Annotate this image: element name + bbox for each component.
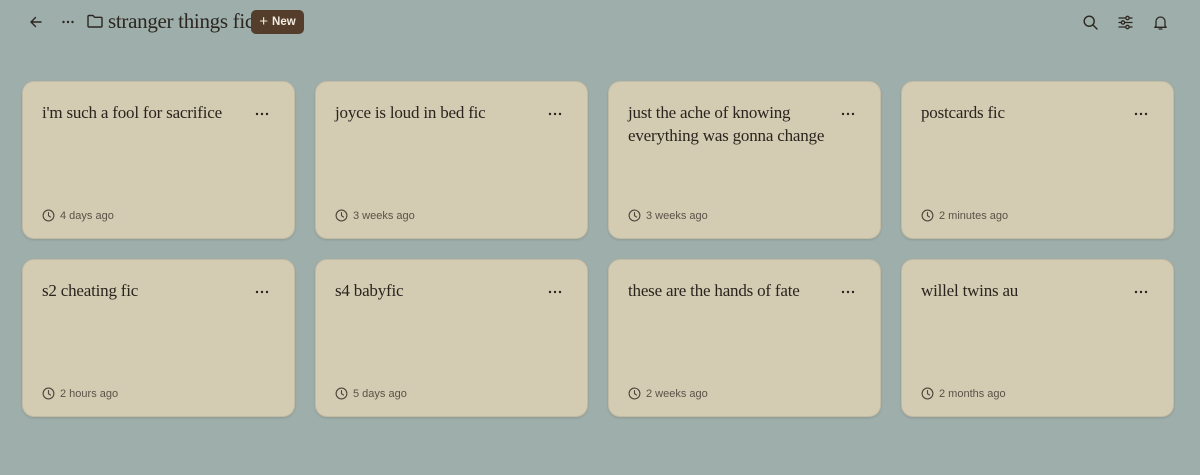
card-timestamp: 3 weeks ago xyxy=(335,209,415,222)
card-more-button[interactable] xyxy=(836,282,860,302)
clock-icon xyxy=(42,209,55,222)
document-card[interactable]: these are the hands of fate 2 weeks ago xyxy=(608,259,881,417)
card-title: i'm such a fool for sacrifice xyxy=(42,103,222,122)
back-button[interactable] xyxy=(22,8,50,36)
card-time-text: 2 hours ago xyxy=(60,387,119,400)
card-timestamp: 2 months ago xyxy=(921,387,1006,400)
card-more-button[interactable] xyxy=(250,282,274,302)
card-time-text: 3 weeks ago xyxy=(646,209,708,222)
more-horizontal-icon xyxy=(1134,112,1148,116)
document-card[interactable]: just the ache of knowing everything was … xyxy=(608,81,881,239)
card-title: s2 cheating fic xyxy=(42,281,139,300)
clock-icon xyxy=(628,387,641,400)
document-card[interactable]: s2 cheating fic 2 hours ago xyxy=(22,259,295,417)
card-time-text: 5 days ago xyxy=(353,387,407,400)
folder-icon xyxy=(87,14,103,28)
more-horizontal-icon xyxy=(62,20,74,24)
card-timestamp: 2 minutes ago xyxy=(921,209,1008,222)
card-more-button[interactable] xyxy=(836,104,860,124)
card-title: these are the hands of fate xyxy=(628,281,800,300)
card-timestamp: 3 weeks ago xyxy=(628,209,708,222)
search-icon xyxy=(1082,14,1098,30)
filter-button[interactable] xyxy=(1111,8,1139,36)
card-more-button[interactable] xyxy=(543,282,567,302)
clock-icon xyxy=(335,387,348,400)
card-time-text: 2 months ago xyxy=(939,387,1006,400)
card-time-text: 2 weeks ago xyxy=(646,387,708,400)
document-grid: i'm such a fool for sacrifice 4 days ago… xyxy=(22,81,1174,417)
card-title: just the ache of knowing everything was … xyxy=(628,103,825,145)
folder-title: stranger things fic xyxy=(108,9,254,33)
card-timestamp: 2 hours ago xyxy=(42,387,118,400)
card-title: s4 babyfic xyxy=(335,281,404,300)
document-card[interactable]: s4 babyfic 5 days ago xyxy=(315,259,588,417)
card-title: joyce is loud in bed fic xyxy=(335,103,486,122)
more-horizontal-icon xyxy=(255,290,269,294)
card-more-button[interactable] xyxy=(1129,282,1153,302)
new-button-label: New xyxy=(272,16,296,28)
more-horizontal-icon xyxy=(548,112,562,116)
document-card[interactable]: joyce is loud in bed fic 3 weeks ago xyxy=(315,81,588,239)
card-timestamp: 5 days ago xyxy=(335,387,407,400)
more-horizontal-icon xyxy=(255,112,269,116)
card-time-text: 4 days ago xyxy=(60,209,114,222)
notifications-button[interactable] xyxy=(1146,8,1174,36)
card-more-button[interactable] xyxy=(250,104,274,124)
clock-icon xyxy=(921,209,934,222)
new-button[interactable]: + New xyxy=(251,10,304,34)
clock-icon xyxy=(42,387,55,400)
sliders-icon xyxy=(1117,15,1133,29)
card-time-text: 3 weeks ago xyxy=(353,209,415,222)
plus-icon: + xyxy=(259,13,269,30)
clock-icon xyxy=(921,387,934,400)
top-bar: stranger things fic + New xyxy=(0,0,1200,44)
card-more-button[interactable] xyxy=(1129,104,1153,124)
card-time-text: 2 minutes ago xyxy=(939,209,1009,222)
more-horizontal-icon xyxy=(1134,290,1148,294)
document-card[interactable]: willel twins au 2 months ago xyxy=(901,259,1174,417)
clock-icon xyxy=(335,209,348,222)
bell-icon xyxy=(1153,15,1167,30)
more-horizontal-icon xyxy=(548,290,562,294)
more-horizontal-icon xyxy=(841,112,855,116)
search-button[interactable] xyxy=(1076,8,1104,36)
document-card[interactable]: i'm such a fool for sacrifice 4 days ago xyxy=(22,81,295,239)
card-title: postcards fic xyxy=(921,103,1005,122)
more-horizontal-icon xyxy=(841,290,855,294)
clock-icon xyxy=(628,209,641,222)
more-options-button[interactable] xyxy=(54,8,82,36)
card-title: willel twins au xyxy=(921,281,1019,300)
card-timestamp: 2 weeks ago xyxy=(628,387,708,400)
card-more-button[interactable] xyxy=(543,104,567,124)
document-card[interactable]: postcards fic 2 minutes ago xyxy=(901,81,1174,239)
card-timestamp: 4 days ago xyxy=(42,209,114,222)
arrow-left-icon xyxy=(30,16,42,28)
